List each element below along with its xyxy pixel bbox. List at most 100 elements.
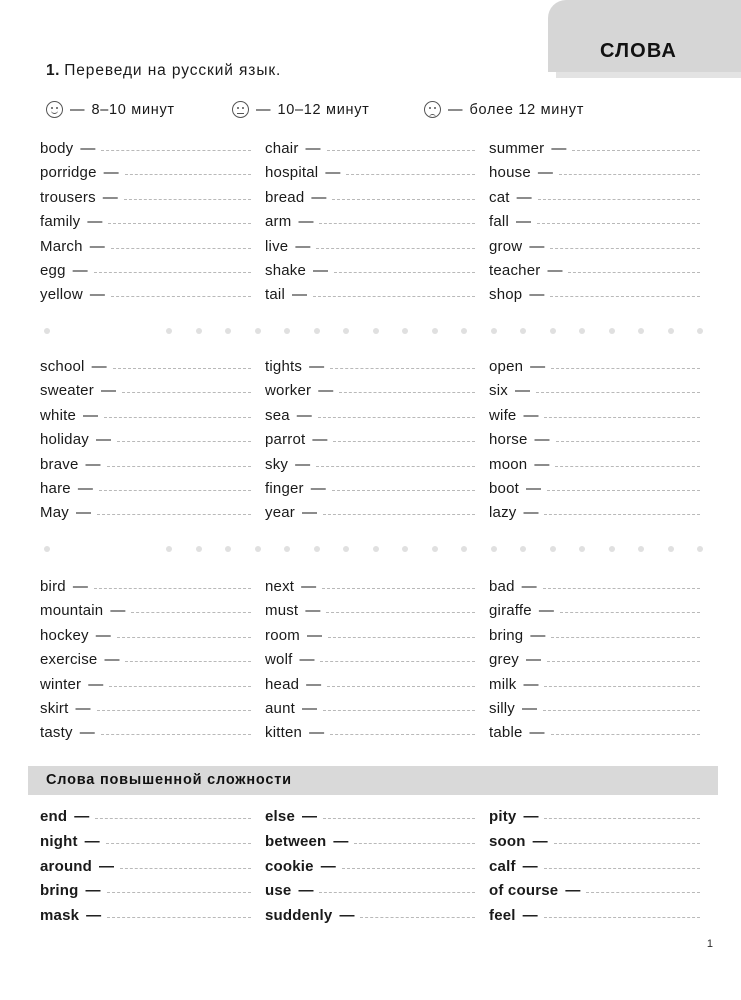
translation-answer-blank[interactable] [96, 514, 251, 516]
source-word: family [40, 213, 81, 231]
translation-answer-blank[interactable] [543, 917, 700, 919]
word-row: boot — [489, 480, 714, 504]
translation-answer-blank[interactable] [116, 441, 251, 443]
translation-answer-blank[interactable] [125, 661, 251, 663]
translation-answer-blank[interactable] [544, 416, 700, 418]
word-column: open — six — wife — horse — moon — boot — lazy — [489, 358, 714, 529]
translation-answer-blank[interactable] [568, 271, 700, 273]
separator-dash: — [339, 907, 355, 925]
translation-answer-blank[interactable] [544, 685, 700, 687]
separator-dash: — [87, 213, 103, 231]
translation-answer-blank[interactable] [322, 514, 475, 516]
translation-answer-blank[interactable] [106, 465, 251, 467]
translation-answer-blank[interactable] [316, 465, 475, 467]
translation-answer-blank[interactable] [319, 892, 475, 894]
separator-dash: — [515, 213, 531, 231]
translation-answer-blank[interactable] [553, 842, 700, 844]
separator-dot [549, 546, 556, 552]
translation-answer-blank[interactable] [551, 636, 700, 638]
translation-answer-blank[interactable] [550, 734, 700, 736]
source-word: fall [489, 213, 509, 231]
translation-answer-blank[interactable] [105, 842, 251, 844]
translation-answer-blank[interactable] [116, 636, 251, 638]
translation-answer-blank[interactable] [317, 416, 475, 418]
word-row: between — [265, 833, 489, 858]
translation-answer-blank[interactable] [108, 223, 251, 225]
separator-dot [638, 328, 644, 334]
translation-answer-blank[interactable] [93, 588, 251, 589]
translation-answer-blank[interactable] [555, 441, 700, 443]
word-row: mask — [40, 907, 265, 932]
translation-answer-blank[interactable] [124, 174, 251, 176]
translation-answer-blank[interactable] [106, 892, 251, 894]
separator-dash: — [310, 479, 326, 497]
translation-answer-blank[interactable] [341, 867, 475, 869]
translation-answer-blank[interactable] [323, 709, 475, 711]
translation-answer-blank[interactable] [322, 588, 475, 589]
translation-answer-blank[interactable] [543, 867, 700, 869]
translation-answer-blank[interactable] [544, 514, 700, 516]
translation-answer-blank[interactable] [550, 247, 700, 249]
translation-answer-blank[interactable] [543, 709, 700, 711]
translation-answer-blank[interactable] [535, 392, 700, 394]
translation-answer-blank[interactable] [93, 271, 251, 273]
translation-answer-blank[interactable] [326, 612, 475, 614]
translation-answer-blank[interactable] [107, 917, 251, 919]
translation-answer-blank[interactable] [334, 271, 475, 273]
translation-answer-blank[interactable] [586, 892, 700, 894]
translation-answer-blank[interactable] [536, 223, 700, 225]
translation-answer-blank[interactable] [558, 174, 700, 176]
translation-answer-blank[interactable] [544, 818, 700, 819]
translation-answer-blank[interactable] [546, 661, 700, 663]
translation-answer-blank[interactable] [572, 150, 700, 151]
translation-answer-blank[interactable] [98, 489, 251, 491]
translation-answer-blank[interactable] [320, 661, 475, 663]
translation-answer-blank[interactable] [101, 150, 251, 151]
translation-answer-blank[interactable] [319, 223, 475, 225]
translation-answer-blank[interactable] [327, 636, 475, 638]
translation-answer-blank[interactable] [112, 368, 251, 369]
translation-answer-blank[interactable] [96, 709, 251, 711]
translation-answer-blank[interactable] [551, 368, 700, 369]
translation-answer-blank[interactable] [120, 867, 251, 869]
source-word: tights [265, 358, 303, 375]
separator-dot [225, 546, 231, 552]
translation-answer-blank[interactable] [330, 368, 475, 369]
translation-answer-blank[interactable] [326, 150, 475, 151]
translation-answer-blank[interactable] [312, 296, 475, 298]
translation-answer-blank[interactable] [354, 842, 475, 844]
translation-answer-blank[interactable] [330, 734, 475, 736]
translation-answer-blank[interactable] [537, 198, 700, 200]
translation-answer-blank[interactable] [327, 685, 475, 687]
translation-answer-blank[interactable] [332, 198, 475, 200]
translation-answer-blank[interactable] [360, 917, 475, 919]
translation-answer-blank[interactable] [110, 296, 251, 298]
translation-answer-blank[interactable] [542, 588, 700, 589]
translation-answer-blank[interactable] [547, 489, 700, 491]
word-row: summer — [489, 140, 714, 164]
separator-dash: — [516, 188, 532, 206]
separator-dot [44, 546, 50, 552]
translation-answer-blank[interactable] [110, 247, 251, 249]
translation-answer-blank[interactable] [339, 392, 475, 394]
translation-answer-blank[interactable] [550, 296, 700, 298]
source-word: room [265, 626, 300, 644]
translation-answer-blank[interactable] [123, 198, 251, 200]
translation-answer-blank[interactable] [559, 612, 700, 614]
source-word: mountain [40, 602, 104, 620]
translation-answer-blank[interactable] [555, 465, 700, 467]
translation-answer-blank[interactable] [109, 685, 251, 687]
translation-answer-blank[interactable] [331, 489, 475, 491]
translation-answer-blank[interactable] [316, 247, 475, 249]
translation-answer-blank[interactable] [100, 734, 251, 736]
separator-dash: — [532, 832, 548, 850]
translation-answer-blank[interactable] [131, 612, 251, 614]
separator-dash: — [301, 504, 317, 522]
translation-answer-blank[interactable] [121, 392, 251, 394]
translation-answer-blank[interactable] [323, 818, 475, 819]
translation-answer-blank[interactable] [104, 416, 251, 418]
source-word: teacher [489, 261, 541, 279]
translation-answer-blank[interactable] [346, 174, 475, 176]
translation-answer-blank[interactable] [333, 441, 475, 443]
translation-answer-blank[interactable] [95, 818, 251, 819]
